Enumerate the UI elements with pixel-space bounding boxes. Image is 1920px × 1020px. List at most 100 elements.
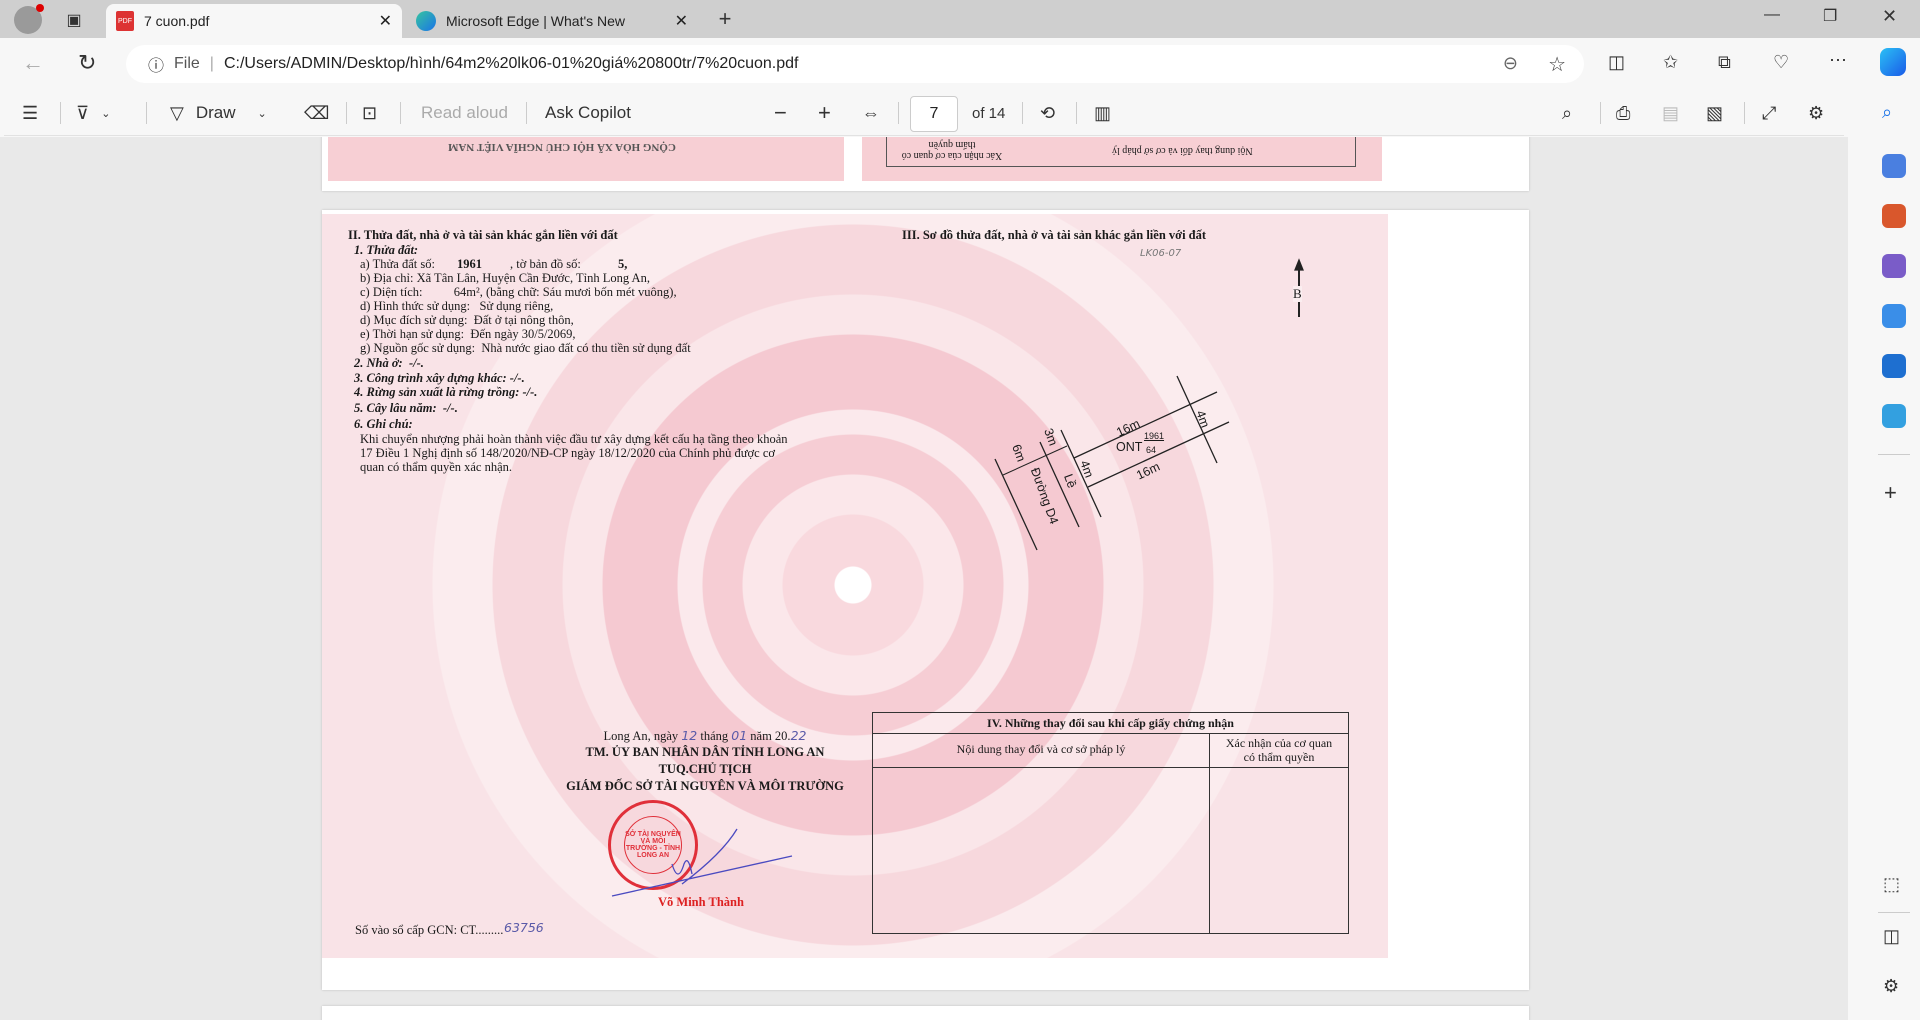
sidebar-settings-icon[interactable]: ⚙ bbox=[1883, 976, 1899, 997]
drop-icon[interactable] bbox=[1882, 404, 1906, 428]
outlook-icon[interactable] bbox=[1882, 354, 1906, 378]
section-4-title: IV. Những thay đổi sau khi cấp giấy chứn… bbox=[987, 716, 1234, 730]
prev-table-col1: Nội dung thay đổi và cơ sở pháp lý bbox=[1112, 145, 1253, 156]
url-divider: | bbox=[209, 55, 214, 72]
date-day: 12 bbox=[681, 728, 698, 743]
search-icon[interactable]: ⌕ bbox=[1562, 103, 1572, 124]
edge-logo-icon bbox=[416, 11, 436, 31]
divider bbox=[1878, 454, 1910, 455]
divider bbox=[146, 102, 147, 124]
divider bbox=[1744, 102, 1745, 124]
eraser-icon[interactable]: ⌫ bbox=[304, 103, 329, 124]
minimize-icon[interactable]: — bbox=[1764, 6, 1780, 24]
browser-essentials-icon[interactable]: ♡ bbox=[1773, 52, 1789, 73]
divider bbox=[1878, 912, 1910, 913]
chevron-down-icon[interactable]: ⌄ bbox=[258, 107, 267, 120]
text-box-icon[interactable]: ⊡ bbox=[362, 103, 377, 124]
pdf-page-7: II. Thửa đất, nhà ở và tài sản khác gắn … bbox=[322, 210, 1529, 990]
favorites-icon[interactable]: ✩ bbox=[1663, 52, 1678, 73]
new-tab-icon[interactable]: + bbox=[712, 6, 738, 32]
contents-list-icon[interactable]: ☰ bbox=[22, 103, 38, 124]
divider bbox=[526, 102, 527, 124]
signer-name: Võ Minh Thành bbox=[658, 895, 744, 909]
close-tab-icon[interactable]: ✕ bbox=[675, 11, 688, 31]
copilot-icon[interactable] bbox=[1880, 48, 1906, 76]
rotate-icon[interactable]: ⟲ bbox=[1040, 103, 1055, 124]
save-icon[interactable]: ▤ bbox=[1662, 103, 1679, 124]
highlight-icon[interactable]: ⊽ bbox=[76, 103, 89, 124]
games-icon[interactable] bbox=[1882, 254, 1906, 278]
favorite-star-icon[interactable]: ☆ bbox=[1548, 52, 1566, 77]
print-icon[interactable]: ⎙ bbox=[1616, 103, 1630, 124]
date-year: 22 bbox=[790, 728, 807, 743]
divider bbox=[346, 102, 347, 124]
authority-line-2: TUQ.CHỦ TỊCH bbox=[658, 762, 752, 776]
url-field[interactable]: ⓘ File | C:/Users/ADMIN/Desktop/hình/64m… bbox=[126, 45, 1584, 83]
fullscreen-icon[interactable]: ⤢ bbox=[1762, 103, 1776, 124]
date-prefix: Long An, ngày bbox=[603, 729, 679, 743]
parcel-label: 1961 bbox=[1144, 431, 1165, 441]
read-aloud-button[interactable]: Read aloud bbox=[421, 90, 508, 136]
divider bbox=[898, 102, 899, 124]
zoom-out-icon[interactable]: ⊖ bbox=[1503, 53, 1518, 74]
land-type-label: ONT bbox=[1116, 440, 1143, 454]
mirrored-header: CỘNG HÒA XÃ HỘI CHỦ NGHĨA VIỆT NAM bbox=[448, 141, 676, 153]
collections-icon[interactable]: ⧉ bbox=[1718, 52, 1731, 73]
tab-actions-icon[interactable]: ▣ bbox=[62, 8, 86, 32]
search-icon[interactable]: ⌕ bbox=[1882, 102, 1892, 123]
divider bbox=[1600, 102, 1601, 124]
hide-sidebar-icon[interactable]: ◫ bbox=[1883, 926, 1900, 947]
close-window-icon[interactable]: ✕ bbox=[1882, 6, 1897, 27]
divider bbox=[1022, 102, 1023, 124]
zoom-out-button[interactable]: − bbox=[774, 90, 787, 136]
tab-title: 7 cuon.pdf bbox=[144, 13, 210, 29]
page-total: of 14 bbox=[972, 104, 1006, 122]
draw-label: Draw bbox=[195, 103, 236, 122]
tab-title: Microsoft Edge | What's New bbox=[446, 13, 626, 29]
month-label: tháng bbox=[700, 729, 729, 743]
url-prefix: File bbox=[174, 55, 200, 72]
chevron-down-icon[interactable]: ⌄ bbox=[101, 107, 110, 120]
edge-sidebar: ⌕ + ⬚ ◫ ⚙ bbox=[1868, 90, 1920, 1020]
changes-table: IV. Những thay đổi sau khi cấp giấy chứn… bbox=[872, 712, 1349, 934]
date-month: 01 bbox=[731, 728, 748, 743]
tools-icon[interactable] bbox=[1882, 204, 1906, 228]
save-as-icon[interactable]: ▧ bbox=[1706, 103, 1723, 124]
add-icon[interactable]: + bbox=[1884, 480, 1897, 506]
col-header-confirmation: Xác nhận của cơ quan bbox=[1225, 736, 1333, 750]
col-header-changes: Nội dung thay đổi và cơ sở pháp lý bbox=[956, 742, 1126, 756]
table-rule bbox=[873, 733, 1348, 734]
draw-pen-icon: ▽ bbox=[170, 102, 184, 123]
restore-icon[interactable]: ❐ bbox=[1823, 6, 1837, 26]
page-number-input[interactable]: 7 bbox=[910, 96, 958, 132]
settings-icon[interactable]: ⚙ bbox=[1808, 103, 1824, 124]
signature-stroke bbox=[611, 828, 793, 897]
profile-avatar[interactable] bbox=[14, 4, 44, 34]
shopping-icon[interactable] bbox=[1882, 154, 1906, 178]
more-menu-icon[interactable]: ⋯ bbox=[1829, 50, 1847, 71]
draw-button[interactable]: ▽ Draw ⌄ bbox=[170, 90, 267, 136]
north-arrowhead bbox=[1294, 258, 1304, 271]
tab-pdf[interactable]: PDF 7 cuon.pdf ✕ bbox=[106, 4, 402, 38]
screenshot-icon[interactable]: ⬚ bbox=[1883, 874, 1900, 895]
info-icon: ⓘ bbox=[148, 58, 165, 75]
page-view-icon[interactable]: ▥ bbox=[1094, 103, 1111, 124]
col-header-confirmation-2: có thẩm quyền bbox=[1243, 750, 1315, 764]
pdf-viewer: CỘNG HÒA XÃ HỘI CHỦ NGHĨA VIỆT NAM Xác n… bbox=[0, 137, 1848, 1020]
authority-line-3: GIÁM ĐỐC SỞ TÀI NGUYÊN VÀ MÔI TRƯỜNG bbox=[566, 779, 844, 793]
tab-bar: ▣ PDF 7 cuon.pdf ✕ Microsoft Edge | What… bbox=[0, 0, 1920, 38]
prev-page-right-panel: Xác nhận của cơ quan có thẩm quyền Nội d… bbox=[862, 137, 1382, 181]
zoom-in-button[interactable]: + bbox=[818, 90, 831, 136]
split-screen-icon[interactable]: ◫ bbox=[1608, 52, 1625, 73]
authority-line-1: TM. ỦY BAN NHÂN DÂN TỈNH LONG AN bbox=[585, 745, 825, 759]
microsoft-365-icon[interactable] bbox=[1882, 304, 1906, 328]
refresh-icon[interactable]: ↻ bbox=[78, 50, 96, 76]
divider bbox=[1076, 102, 1077, 124]
fit-to-width-icon[interactable]: ⇔ bbox=[862, 103, 880, 124]
back-icon[interactable]: ← bbox=[22, 50, 44, 76]
ask-copilot-button[interactable]: Ask Copilot bbox=[545, 90, 631, 136]
tab-edge-whats-new[interactable]: Microsoft Edge | What's New ✕ bbox=[406, 4, 698, 38]
divider bbox=[400, 102, 401, 124]
table-rule bbox=[873, 767, 1348, 768]
close-tab-icon[interactable]: ✕ bbox=[379, 11, 392, 31]
